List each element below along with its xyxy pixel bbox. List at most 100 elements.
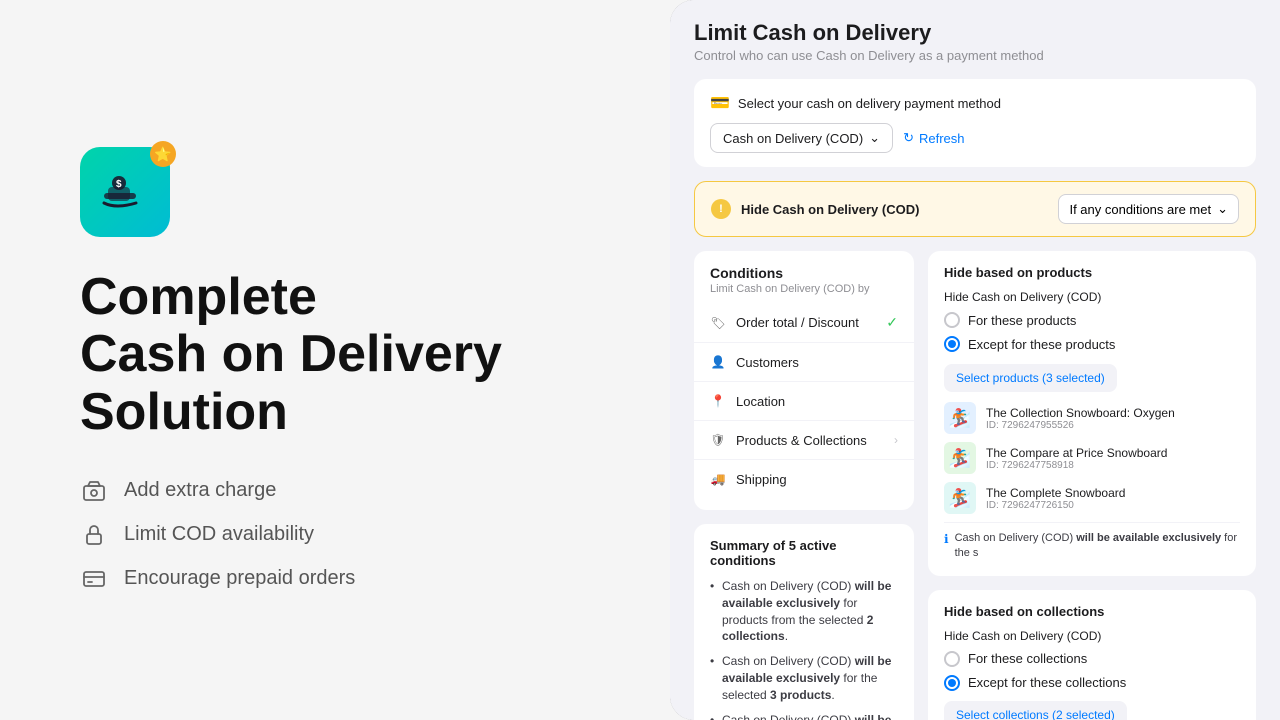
hide-section-banner: ! Hide Cash on Delivery (COD) If any con…: [694, 181, 1256, 237]
condition-shipping[interactable]: 🚚 Shipping: [694, 462, 914, 496]
products-panel: Hide based on products Hide Cash on Deli…: [928, 251, 1256, 576]
info-message: ℹ Cash on Delivery (COD) will be availab…: [944, 522, 1240, 562]
chevron-down-icon-2: ⌄: [1217, 201, 1228, 217]
radio-for-products-label: For these products: [968, 313, 1076, 328]
page-subtitle: Control who can use Cash on Delivery as …: [694, 48, 1256, 63]
condition-customers[interactable]: 👤 Customers: [694, 345, 914, 379]
check-icon: ✓: [886, 314, 898, 331]
shield-icon: 🛡: [710, 432, 726, 448]
warning-icon: !: [711, 199, 731, 219]
summary-card: Summary of 5 active conditions Cash on D…: [694, 524, 914, 720]
select-products-button[interactable]: Select products (3 selected): [944, 364, 1117, 392]
payment-dropdown-value: Cash on Delivery (COD): [723, 131, 863, 146]
condition-order-total-label: Order total / Discount: [736, 315, 876, 330]
star-badge: ⭐: [150, 141, 176, 167]
product-info-1: The Collection Snowboard: Oxygen ID: 729…: [986, 406, 1240, 431]
radio-for-collections-label: For these collections: [968, 651, 1087, 666]
refresh-button[interactable]: ↻ Refresh: [903, 130, 964, 146]
product-list: 🏂 The Collection Snowboard: Oxygen ID: 7…: [944, 402, 1240, 514]
chevron-right-icon: ›: [894, 433, 898, 447]
feature-extra-charge: Add extra charge: [80, 477, 610, 505]
feature-limit-cod: Limit COD availability: [80, 521, 610, 549]
radio-except-collections-label: Except for these collections: [968, 675, 1126, 690]
refresh-icon: ↻: [903, 130, 914, 146]
main-two-col: Conditions Limit Cash on Delivery (COD) …: [694, 251, 1256, 720]
conditions-card-subtitle: Limit Cash on Delivery (COD) by: [694, 283, 914, 295]
products-radio-group: For these products Except for these prod…: [944, 312, 1240, 352]
radio-circle-except-products: [944, 336, 960, 352]
product-id-1: ID: 7296247955526: [986, 420, 1240, 431]
collections-panel-title: Hide based on collections: [944, 604, 1240, 619]
hide-label: Hide Cash on Delivery (COD): [741, 202, 919, 217]
product-item-2: 🏂 The Compare at Price Snowboard ID: 729…: [944, 442, 1240, 474]
condition-products-collections[interactable]: 🛡 Products & Collections ›: [694, 423, 914, 457]
payment-icon: 💳: [710, 93, 730, 113]
tablet-screen: Limit Cash on Delivery Control who can u…: [670, 0, 1280, 720]
feature-limit-cod-label: Limit COD availability: [124, 523, 314, 546]
collections-radio-group: For these collections Except for these c…: [944, 651, 1240, 691]
app-content: Limit Cash on Delivery Control who can u…: [670, 0, 1280, 720]
pin-icon: 📍: [710, 393, 726, 409]
select-collections-button[interactable]: Select collections (2 selected): [944, 701, 1127, 720]
radio-circle-for-collections: [944, 651, 960, 667]
info-icon: ℹ: [944, 532, 949, 546]
summary-list: Cash on Delivery (COD) will be available…: [710, 578, 898, 720]
conditions-card-title: Conditions: [694, 265, 914, 281]
truck-icon: 🚚: [710, 471, 726, 487]
condition-customers-label: Customers: [736, 355, 898, 370]
condition-order-total[interactable]: 🏷 Order total / Discount ✓: [694, 305, 914, 340]
feature-prepaid: Encourage prepaid orders: [80, 565, 610, 593]
radio-for-products[interactable]: For these products: [944, 312, 1240, 328]
right-panel: Limit Cash on Delivery Control who can u…: [670, 0, 1280, 720]
product-thumb-2: 🏂: [944, 442, 976, 474]
camera-icon: [80, 477, 108, 505]
payment-dropdown-button[interactable]: Cash on Delivery (COD) ⌄: [710, 123, 893, 153]
right-column: Hide based on products Hide Cash on Deli…: [928, 251, 1256, 720]
features-list: Add extra charge Limit COD availability …: [80, 477, 610, 593]
summary-item-1: Cash on Delivery (COD) will be available…: [710, 578, 898, 645]
feature-prepaid-label: Encourage prepaid orders: [124, 567, 355, 590]
product-item-3: 🏂 The Complete Snowboard ID: 72962477261…: [944, 482, 1240, 514]
conditions-label: If any conditions are met: [1069, 202, 1211, 217]
condition-location-label: Location: [736, 394, 898, 409]
conditions-card: Conditions Limit Cash on Delivery (COD) …: [694, 251, 914, 510]
radio-except-products-label: Except for these products: [968, 337, 1115, 352]
radio-for-collections[interactable]: For these collections: [944, 651, 1240, 667]
chevron-down-icon: ⌄: [869, 130, 880, 146]
payment-method-section: 💳 Select your cash on delivery payment m…: [694, 79, 1256, 167]
radio-circle-except-collections: [944, 675, 960, 691]
product-name-3: The Complete Snowboard: [986, 486, 1240, 500]
lock-icon: [80, 521, 108, 549]
summary-item-2: Cash on Delivery (COD) will be available…: [710, 653, 898, 703]
info-text: Cash on Delivery (COD) will be available…: [955, 531, 1240, 562]
left-panel: ⭐ $ CompleteCash on DeliverySolution Add…: [0, 0, 670, 720]
payment-method-label: Select your cash on delivery payment met…: [738, 96, 1001, 111]
radio-circle-for-products: [944, 312, 960, 328]
product-item-1: 🏂 The Collection Snowboard: Oxygen ID: 7…: [944, 402, 1240, 434]
radio-except-collections[interactable]: Except for these collections: [944, 675, 1240, 691]
product-thumb-1: 🏂: [944, 402, 976, 434]
product-id-3: ID: 7296247726150: [986, 500, 1240, 511]
tag-icon: 🏷: [710, 315, 726, 331]
summary-title: Summary of 5 active conditions: [710, 538, 898, 568]
radio-except-products[interactable]: Except for these products: [944, 336, 1240, 352]
page-title: Limit Cash on Delivery: [694, 20, 1256, 46]
product-info-2: The Compare at Price Snowboard ID: 72962…: [986, 446, 1240, 471]
person-icon: 👤: [710, 354, 726, 370]
app-icon: ⭐ $: [80, 147, 170, 237]
product-name-2: The Compare at Price Snowboard: [986, 446, 1240, 460]
condition-location[interactable]: 📍 Location: [694, 384, 914, 418]
product-info-3: The Complete Snowboard ID: 7296247726150: [986, 486, 1240, 511]
collections-radio-group-title: Hide Cash on Delivery (COD): [944, 629, 1240, 643]
product-name-1: The Collection Snowboard: Oxygen: [986, 406, 1240, 420]
refresh-label: Refresh: [919, 131, 965, 146]
collections-panel: Hide based on collections Hide Cash on D…: [928, 590, 1256, 720]
summary-item-3: Cash on Delivery (COD) will be unavailab…: [710, 712, 898, 720]
card-icon: [80, 565, 108, 593]
product-thumb-3: 🏂: [944, 482, 976, 514]
conditions-dropdown-button[interactable]: If any conditions are met ⌄: [1058, 194, 1239, 224]
products-radio-group-title: Hide Cash on Delivery (COD): [944, 290, 1240, 304]
condition-products-label: Products & Collections: [736, 433, 884, 448]
main-title: CompleteCash on DeliverySolution: [80, 269, 610, 441]
product-id-2: ID: 7296247758918: [986, 460, 1240, 471]
